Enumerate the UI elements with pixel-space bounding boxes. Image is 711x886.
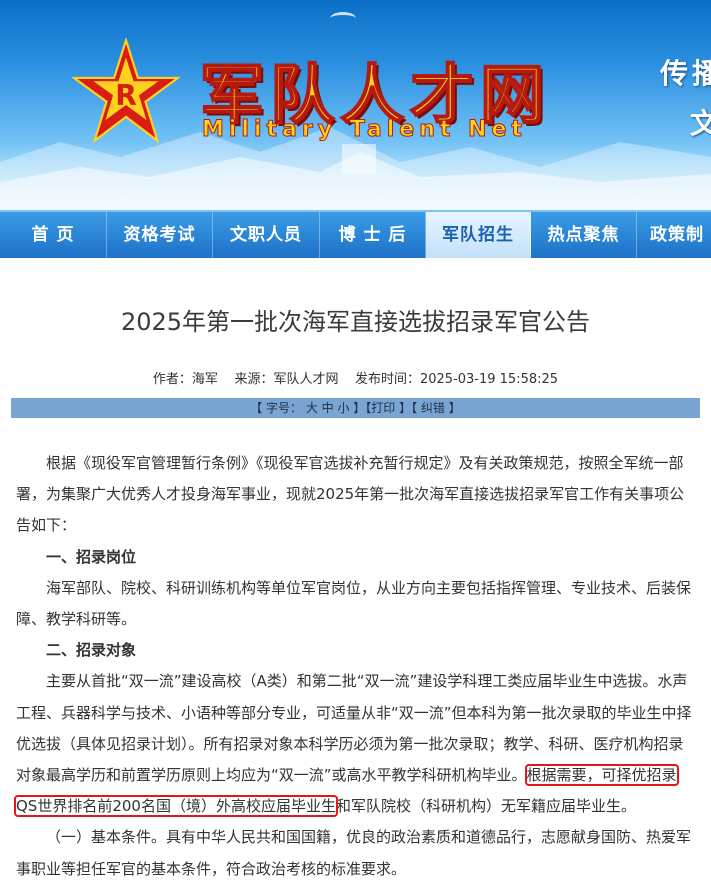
banner-haze [0, 142, 711, 212]
nav-item-qualification-exam[interactable]: 资格考试 [107, 212, 213, 260]
section-heading-positions: 一、招录岗位 [46, 547, 137, 566]
banner-slogan-line2: 文 [690, 107, 711, 140]
bird-decoration [330, 12, 356, 25]
subsection-basic-conditions: （一）基本条件。具有中华人民共和国国籍，优良的政治素质和道德品行，志愿献身国防、… [16, 828, 692, 878]
nav-item-civilian-staff[interactable]: 文职人员 [213, 212, 320, 260]
nav-item-hot-topics[interactable]: 热点聚焦 [531, 212, 637, 260]
nav-item-policy[interactable]: 政策制 [637, 212, 711, 260]
site-logo-english: Military Talent Net [202, 117, 527, 143]
section-heading-targets: 二、招录对象 [46, 641, 137, 660]
article-toolbar[interactable]: 【 字号： 大 中 小 】【打印 】【 纠错 】 [11, 398, 700, 418]
section-text-positions: 海军部队、院校、科研训练机构等单位军官岗位，从业方向主要包括指挥管理、专业技术、… [16, 578, 692, 629]
article-meta: 作者：海军 来源：军队人才网 发布时间：2025-03-19 15:58:25 [152, 372, 559, 387]
red-star-logo-icon: R [72, 38, 180, 144]
section-text-targets: 主要从首批“双一流”建设高校（A类）和第二批“双一流”建设学科理工类应届毕业生中… [14, 666, 696, 822]
main-nav: 首 页 资格考试 文职人员 博 士 后 军队招生 热点聚焦 政策制 [0, 210, 711, 260]
article-container: 2025年第一批次海军直接选拔招录军官公告 作者：海军 来源：军队人才网 发布时… [0, 258, 711, 886]
nav-item-postdoc[interactable]: 博 士 后 [320, 212, 426, 260]
svg-text:R: R [115, 79, 137, 112]
site-banner: R 军队人才网 Military Talent Net 传播 文 [0, 0, 711, 212]
targets-text-part2: 和军队院校（科研机构）无军籍应届毕业生。 [335, 797, 636, 816]
nav-item-military-recruitment[interactable]: 军队招生 [426, 212, 531, 260]
article-title: 2025年第一批次海军直接选拔招录军官公告 [120, 308, 591, 336]
article-body: 根据《现役军官管理暂行条例》《现役军官选拔补充暂行规定》及有关政策规范，按照全军… [14, 448, 696, 885]
banner-slogan-line1: 传播 [660, 57, 711, 90]
article-intro: 根据《现役军官管理暂行条例》《现役军官选拔补充暂行规定》及有关政策规范，按照全军… [16, 454, 685, 535]
nav-item-home[interactable]: 首 页 [0, 212, 107, 260]
